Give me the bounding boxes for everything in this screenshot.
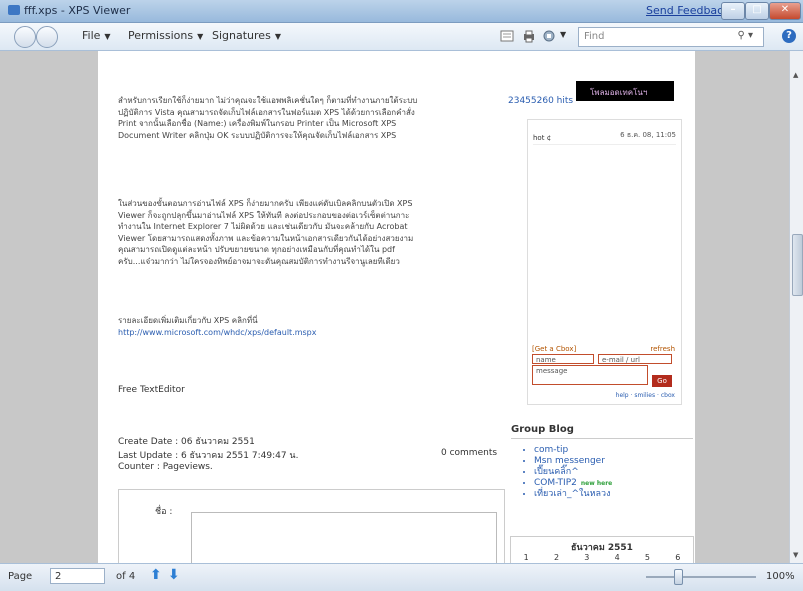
send-feedback-link[interactable]: Send Feedback xyxy=(646,4,730,17)
permissions-dropdown-icon[interactable]: ▼ xyxy=(560,30,566,39)
calendar-day[interactable]: 4 xyxy=(615,553,620,562)
window-title: fff.xps - XPS Viewer xyxy=(24,4,131,17)
vertical-scrollbar[interactable]: ▲ ▼ xyxy=(789,51,803,563)
close-button[interactable]: ✕ xyxy=(769,2,801,20)
comment-form: ชื่อ : xyxy=(118,489,505,563)
comment-field[interactable] xyxy=(191,512,497,563)
calendar-day[interactable]: 3 xyxy=(584,553,589,562)
page-number-input[interactable]: 2 xyxy=(50,568,105,584)
calendar-day[interactable]: 5 xyxy=(645,553,650,562)
hits-banner: โพลมอดเทคโนฯ xyxy=(576,81,674,101)
zoom-level: 100% xyxy=(766,571,795,582)
back-button[interactable] xyxy=(14,26,36,48)
create-date: Create Date : 06 ธันวาคม 2551 xyxy=(118,437,255,447)
title-bar: fff.xps - XPS Viewer Send Feedback – □ ✕ xyxy=(0,0,803,23)
next-page-icon[interactable]: ⬇ xyxy=(168,567,180,583)
cbox-message-input[interactable]: message xyxy=(532,365,648,385)
xps-app-icon xyxy=(8,5,20,15)
zoom-slider[interactable] xyxy=(646,576,756,578)
new-badge: new here xyxy=(580,480,613,487)
search-icon[interactable]: ⚲ ▾ xyxy=(737,30,753,41)
group-blog-item[interactable]: COM-TIP2new here xyxy=(534,478,612,489)
group-blog-item[interactable]: com-tip xyxy=(534,445,612,456)
minimize-button[interactable]: – xyxy=(721,2,745,20)
maximize-button[interactable]: □ xyxy=(745,2,769,20)
calendar-month: ธันวาคม 2551 xyxy=(571,543,633,553)
refresh-link[interactable]: refresh xyxy=(650,345,675,353)
group-blog-list: com-tip Msn messenger เปี๊ยนคลิ๊ก^ COM-T… xyxy=(520,445,612,500)
get-cbox-link[interactable]: [Get a Cbox] xyxy=(532,345,576,353)
menu-file[interactable]: File ▼ xyxy=(82,29,111,42)
calendar: ธันวาคม 2551 1 2 3 4 5 6 xyxy=(510,536,694,563)
previous-page-icon[interactable]: ⬆ xyxy=(150,567,162,583)
page-label: Page xyxy=(8,571,33,582)
page-count: of 4 xyxy=(116,571,136,582)
comments-count[interactable]: 0 comments xyxy=(441,448,497,458)
scroll-down-icon[interactable]: ▼ xyxy=(793,551,798,559)
cbox-go-button[interactable]: Go xyxy=(652,375,672,387)
more-info: รายละเอียดเพิ่มเติมเกี่ยวกับ XPS คลิกที่… xyxy=(118,316,317,337)
permissions-icon[interactable] xyxy=(542,29,556,43)
group-blog-title: Group Blog xyxy=(511,424,574,435)
document-page: สำหรับการเรียกใช้ก็ง่ายมาก ไม่ว่าคุณจะใช… xyxy=(98,51,695,563)
cbox-links[interactable]: help · smilies · cbox xyxy=(616,392,675,399)
cbox-widget: hot ¢ 6 ธ.ค. 08, 11:05 [Get a Cbox] refr… xyxy=(527,119,682,405)
group-blog-item[interactable]: เปี๊ยนคลิ๊ก^ xyxy=(534,467,612,478)
find-input[interactable]: Find ⚲ ▾ xyxy=(578,27,764,47)
print-icon[interactable] xyxy=(522,29,536,43)
paragraph-1: สำหรับการเรียกใช้ก็ง่ายมาก ไม่ว่าคุณจะใช… xyxy=(118,96,418,140)
cbox-email-input[interactable]: e-mail / url xyxy=(598,354,672,364)
calendar-day[interactable]: 1 xyxy=(524,553,529,562)
free-text-editor-link[interactable]: Free TextEditor xyxy=(118,385,185,395)
cbox-message-date: 6 ธ.ค. 08, 11:05 xyxy=(620,131,676,139)
scroll-up-icon[interactable]: ▲ xyxy=(793,71,798,79)
menu-signatures[interactable]: Signatures ▼ xyxy=(212,29,281,42)
hits-counter[interactable]: 23455260 hits xyxy=(508,96,573,106)
counter-link[interactable]: Counter : Pageviews. xyxy=(118,462,213,472)
cbox-message-name: hot ¢ xyxy=(533,134,552,142)
last-update: Last Update : 6 ธันวาคม 2551 7:49:47 น. xyxy=(118,451,299,461)
group-blog-item[interactable]: Msn messenger xyxy=(534,456,612,467)
calendar-day[interactable]: 2 xyxy=(554,553,559,562)
menu-permissions[interactable]: Permissions ▼ xyxy=(128,29,203,42)
group-blog-item[interactable]: เที่ยวเล่า_^ในหลวง xyxy=(534,489,612,500)
calendar-day[interactable]: 6 xyxy=(675,553,680,562)
toolbar: File ▼ Permissions ▼ Signatures ▼ ▼ Find ⚲ … xyxy=(0,23,803,51)
cbox-message: hot ¢ 6 ธ.ค. 08, 11:05 xyxy=(533,125,676,145)
cbox-name-input[interactable]: name xyxy=(532,354,594,364)
scroll-thumb[interactable] xyxy=(792,234,803,296)
comment-name-label: ชื่อ : xyxy=(155,507,173,517)
help-icon[interactable]: ? xyxy=(782,29,796,43)
forward-button[interactable] xyxy=(36,26,58,48)
group-blog-divider xyxy=(511,438,693,439)
status-bar: Page 2 of 4 ⬆ ⬇ 100% xyxy=(0,563,803,591)
zoom-slider-thumb[interactable] xyxy=(674,569,683,585)
view-icon[interactable] xyxy=(500,29,514,43)
document-viewport[interactable]: สำหรับการเรียกใช้ก็ง่ายมาก ไม่ว่าคุณจะใช… xyxy=(0,51,789,563)
more-info-link[interactable]: http://www.microsoft.com/whdc/xps/defaul… xyxy=(118,328,317,337)
paragraph-2: ในส่วนของขั้นตอนการอ่านไฟล์ XPS ก็ง่ายมา… xyxy=(118,199,414,266)
calendar-days: 1 2 3 4 5 6 xyxy=(511,553,693,562)
